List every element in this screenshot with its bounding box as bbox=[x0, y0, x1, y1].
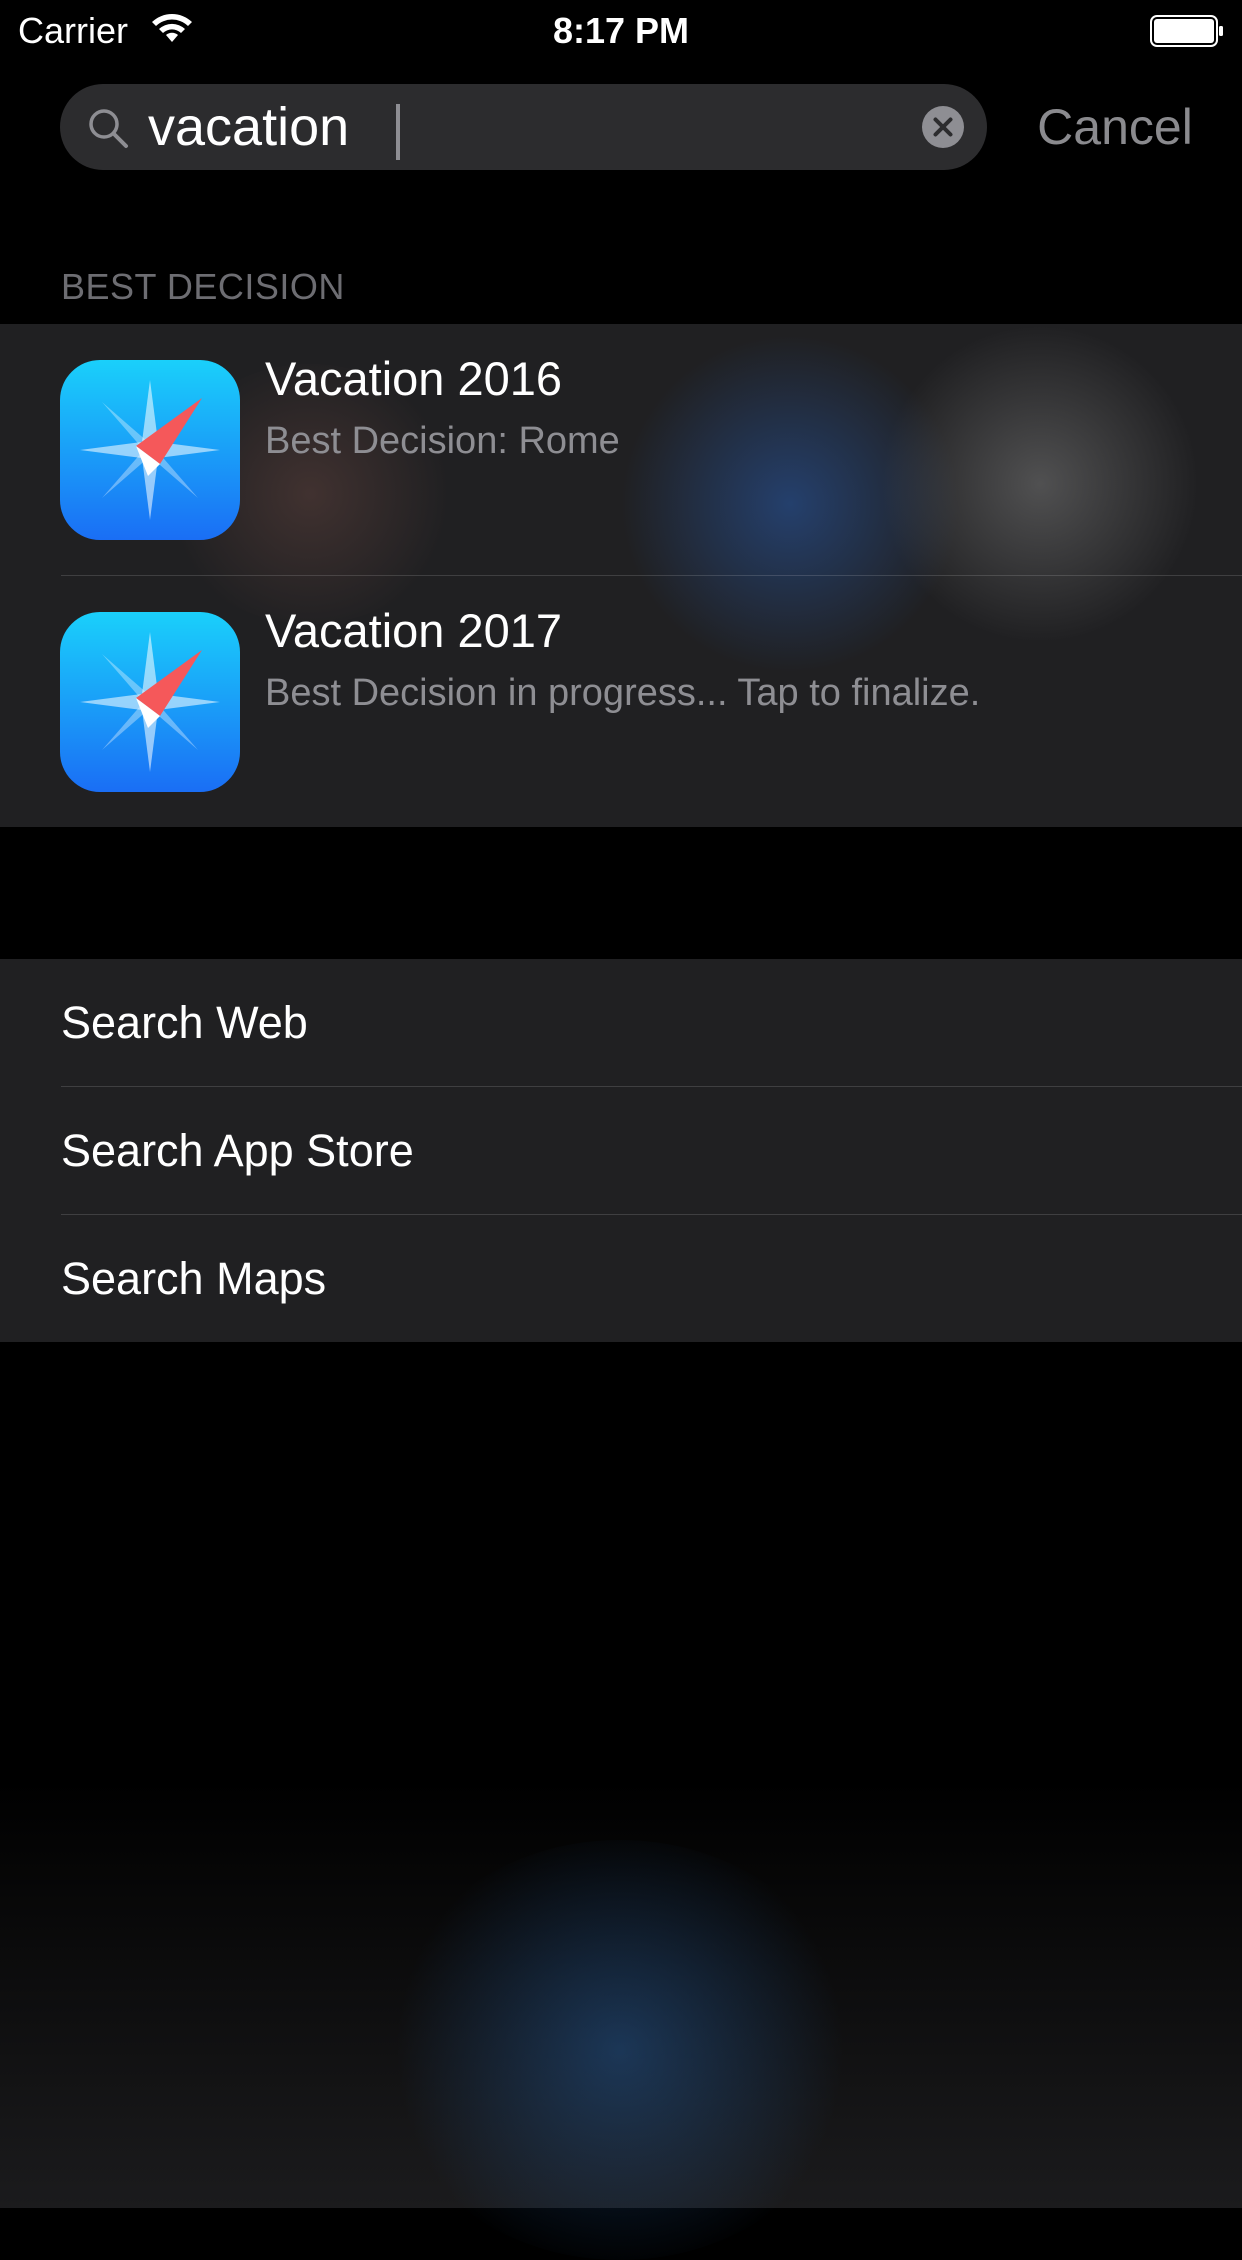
text-caret bbox=[396, 104, 400, 160]
result-row-vacation-2016[interactable]: Vacation 2016 Best Decision: Rome bbox=[0, 324, 1242, 576]
cancel-button[interactable]: Cancel bbox=[1010, 94, 1220, 160]
compass-app-icon bbox=[60, 612, 240, 792]
search-input[interactable] bbox=[148, 94, 848, 160]
result-subtitle: Best Decision: Rome bbox=[265, 420, 620, 462]
result-row-vacation-2017[interactable]: Vacation 2017 Best Decision in progress.… bbox=[0, 576, 1242, 827]
result-title: Vacation 2016 bbox=[265, 352, 563, 405]
option-label: Search App Store bbox=[61, 1125, 414, 1176]
search-options-panel: Search Web Search App Store Search Maps bbox=[0, 959, 1242, 1342]
compass-app-icon bbox=[60, 360, 240, 540]
option-label: Search Web bbox=[61, 997, 308, 1048]
clear-x-icon[interactable] bbox=[922, 106, 964, 148]
results-panel: Vacation 2016 Best Decision: Rome Vacati… bbox=[0, 324, 1242, 827]
status-time: 8:17 PM bbox=[552, 10, 690, 51]
result-subtitle: Best Decision in progress... Tap to fina… bbox=[265, 672, 981, 714]
search-web-option[interactable]: Search Web bbox=[0, 959, 1242, 1086]
result-title: Vacation 2017 bbox=[265, 604, 563, 657]
search-field[interactable] bbox=[60, 84, 987, 170]
search-maps-option[interactable]: Search Maps bbox=[0, 1215, 1242, 1342]
search-app-store-option[interactable]: Search App Store bbox=[0, 1087, 1242, 1214]
background-blur bbox=[380, 1840, 860, 2260]
option-label: Search Maps bbox=[61, 1253, 327, 1304]
section-header: BEST DECISION bbox=[61, 266, 345, 307]
magnifying-glass-icon bbox=[89, 109, 128, 148]
status-bar: Carrier 8:17 PM bbox=[0, 0, 1242, 62]
battery-icon bbox=[1150, 15, 1223, 47]
